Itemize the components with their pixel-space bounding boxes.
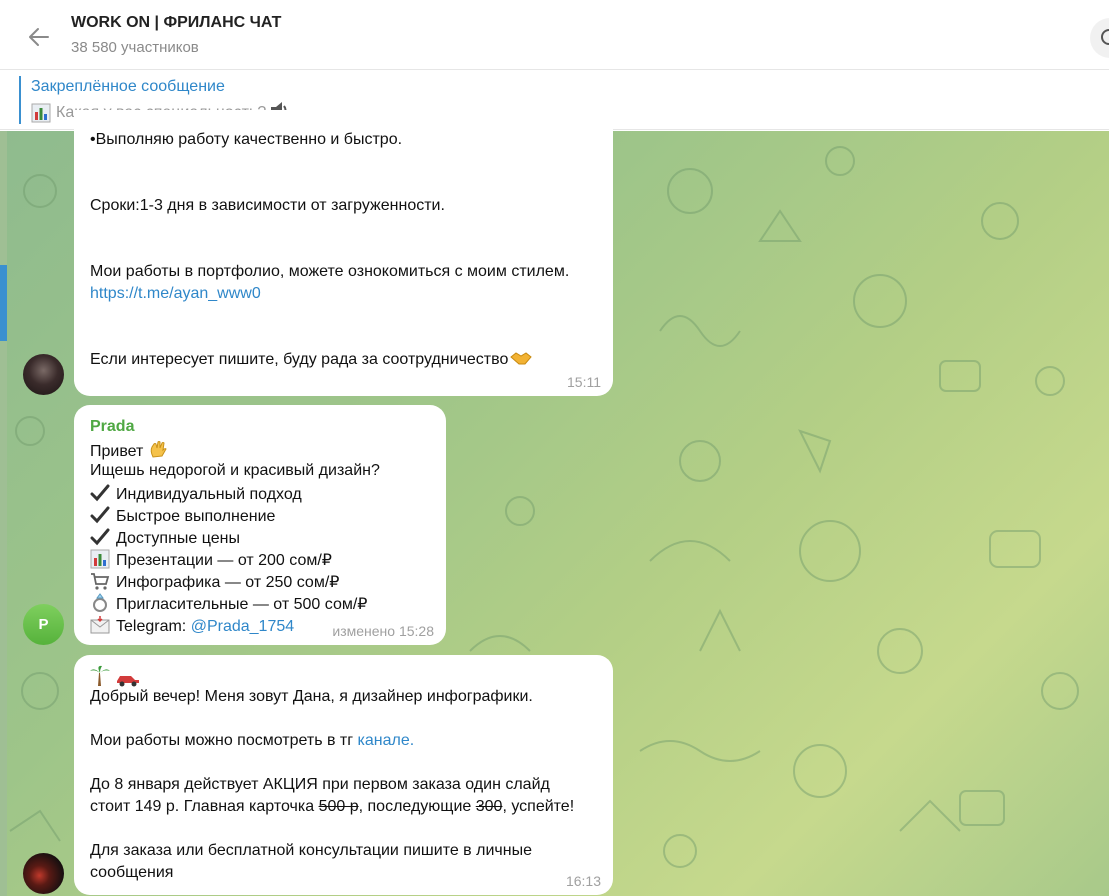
message-line: Добрый вечер! Меня зовут Дана, я дизайне… bbox=[90, 688, 533, 705]
message-bubble-3[interactable]: Добрый вечер! Меня зовут Дана, я дизайне… bbox=[74, 655, 613, 895]
ring-icon bbox=[90, 593, 110, 613]
message-line: Мои работы можно посмотреть в тг каналe. bbox=[90, 731, 414, 751]
message-line: •Выполняю работу качественно и быстро. bbox=[90, 131, 403, 148]
list-item-label: Презентации — от 200 сом/₽ bbox=[116, 552, 332, 569]
sender-name[interactable]: Prada bbox=[90, 417, 134, 437]
telegram-handle-link[interactable]: @Prada_1754 bbox=[191, 618, 294, 635]
telegram-line: Telegram: @Prada_1754 bbox=[90, 615, 294, 637]
user-avatar[interactable]: P bbox=[23, 604, 64, 645]
message-time: 16:13 bbox=[565, 873, 601, 889]
list-item: Индивидуальный подход bbox=[90, 483, 302, 505]
list-item: Доступные цены bbox=[90, 527, 240, 549]
old-price: 300 bbox=[475, 798, 503, 815]
message-text: стоит 149 р. Главная карточка bbox=[90, 798, 319, 815]
greeting-text: Привет bbox=[90, 443, 144, 460]
channel-link[interactable]: каналe. bbox=[358, 732, 415, 749]
message-line: Мои работы в портфолио, можете ознокомит… bbox=[90, 263, 570, 280]
arrow-left-icon bbox=[29, 28, 49, 46]
envelope-icon bbox=[90, 615, 110, 635]
telegram-label: Telegram: bbox=[116, 618, 187, 635]
old-price: 500 р bbox=[318, 798, 359, 815]
chat-title[interactable]: WORK ON | ФРИЛАНС ЧАТ bbox=[71, 14, 281, 32]
list-item-label: Пригласительные — от 500 сом/₽ bbox=[116, 596, 368, 613]
message-line: Для заказа или бесплатной консультации п… bbox=[90, 842, 532, 859]
bar-chart-icon bbox=[31, 103, 51, 123]
pinned-title: Закреплённое сообщение bbox=[31, 78, 225, 95]
message-bubble-1[interactable]: •Выполняю работу качественно и быстро. С… bbox=[74, 110, 613, 396]
pinned-indicator bbox=[19, 76, 21, 124]
list-item: Презентации — от 200 сом/₽ bbox=[90, 549, 332, 571]
chat-header: WORK ON | ФРИЛАНС ЧАТ 38 580 участников bbox=[0, 0, 1109, 70]
avatar-initial: P bbox=[38, 616, 49, 633]
user-avatar[interactable] bbox=[23, 853, 64, 894]
message-line: стоит 149 р. Главная карточка 500 р, пос… bbox=[90, 797, 574, 817]
shopping-cart-icon bbox=[90, 571, 110, 591]
message-text: Мои работы можно посмотреть в тг bbox=[90, 732, 358, 749]
message-time: изменено 15:28 bbox=[332, 623, 434, 639]
list-item-label: Быстрое выполнение bbox=[116, 508, 276, 525]
check-icon bbox=[90, 527, 110, 547]
check-icon bbox=[90, 505, 110, 525]
list-item: Быстрое выполнение bbox=[90, 505, 275, 527]
message-bubble-2[interactable]: Prada Привет Ищешь недорогой и красивый … bbox=[74, 405, 446, 645]
list-item-label: Инфографика — от 250 сом/₽ bbox=[116, 574, 340, 591]
portfolio-link[interactable]: https://t.me/ayan_www0 bbox=[90, 284, 261, 304]
message-line: Если интересует пишите, буду рада за соо… bbox=[90, 349, 533, 373]
handshake-icon bbox=[510, 349, 533, 373]
left-panel-edge bbox=[0, 131, 7, 896]
left-panel-accent bbox=[0, 265, 7, 341]
message-text: , последующие bbox=[358, 798, 476, 815]
bar-chart-icon bbox=[90, 549, 110, 569]
message-line: сообщения bbox=[90, 864, 174, 881]
message-text: Если интересует пишите, буду рада за соо… bbox=[90, 351, 509, 368]
list-item: Инфографика — от 250 сом/₽ bbox=[90, 571, 339, 593]
message-text: , успейте! bbox=[502, 798, 575, 815]
list-item-label: Индивидуальный подход bbox=[116, 486, 302, 503]
user-avatar[interactable] bbox=[23, 354, 64, 395]
message-time: 15:11 bbox=[567, 374, 601, 390]
list-item-label: Доступные цены bbox=[116, 530, 240, 547]
check-icon bbox=[90, 483, 110, 503]
member-count: 38 580 участников bbox=[71, 39, 199, 56]
back-button[interactable] bbox=[22, 20, 56, 54]
list-item: Пригласительные — от 500 сом/₽ bbox=[90, 593, 367, 615]
message-line: Ищешь недорогой и красивый дизайн? bbox=[90, 462, 380, 479]
message-line: Сроки:1-3 дня в зависимости от загруженн… bbox=[90, 197, 445, 214]
message-line: До 8 января действует АКЦИЯ при первом з… bbox=[90, 776, 550, 793]
